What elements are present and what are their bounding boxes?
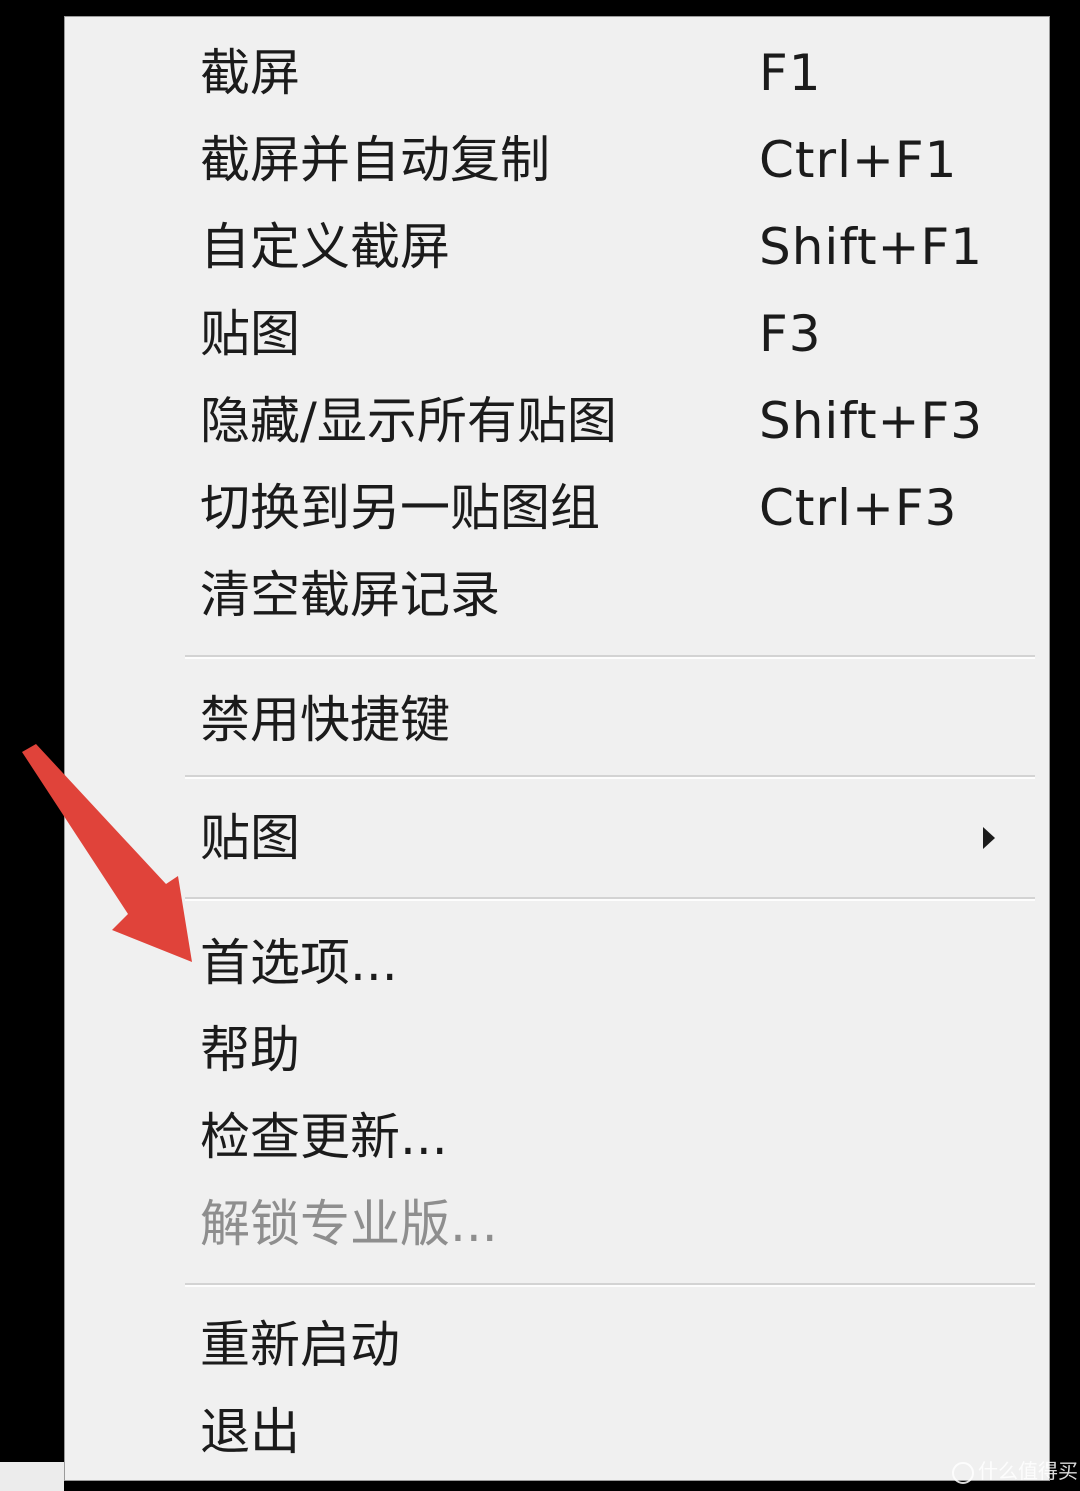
watermark-logo-icon: [952, 1461, 974, 1484]
menu-item-label: 清空截屏记录: [200, 566, 500, 624]
watermark: 什么值得买: [952, 1455, 1078, 1484]
menu-item-label: 重新启动: [200, 1316, 400, 1374]
menu-item-unlock-pro: 解锁专业版...: [65, 1181, 1049, 1267]
desktop-strip: [0, 1462, 64, 1491]
menu-item-screenshot[interactable]: 截屏 F1: [65, 30, 1049, 116]
menu-item-label: 检查更新...: [200, 1108, 448, 1166]
menu-item-shortcut: F1: [759, 44, 822, 102]
menu-item-custom-screenshot[interactable]: 自定义截屏 Shift+F1: [65, 204, 1049, 290]
menu-item-shortcut: Shift+F1: [759, 218, 984, 276]
menu-item-toggle-all-pins[interactable]: 隐藏/显示所有贴图 Shift+F3: [65, 378, 1049, 464]
menu-item-label: 首选项...: [200, 934, 398, 992]
menu-item-preferences[interactable]: 首选项...: [65, 920, 1049, 1006]
menu-item-shortcut: F3: [759, 305, 822, 363]
submenu-arrow-icon: [983, 827, 995, 849]
context-menu: 截屏 F1 截屏并自动复制 Ctrl+F1 自定义截屏 Shift+F1 贴图 …: [64, 16, 1050, 1481]
menu-item-switch-pin-group[interactable]: 切换到另一贴图组 Ctrl+F3: [65, 465, 1049, 551]
menu-separator: [185, 655, 1035, 659]
watermark-text: 什么值得买: [978, 1459, 1078, 1483]
menu-item-label: 隐藏/显示所有贴图: [200, 392, 617, 450]
menu-item-shortcut: Ctrl+F1: [759, 131, 958, 189]
menu-item-disable-hotkeys[interactable]: 禁用快捷键: [65, 677, 1049, 763]
menu-item-check-updates[interactable]: 检查更新...: [65, 1094, 1049, 1180]
menu-item-label: 帮助: [200, 1021, 300, 1079]
menu-item-label: 贴图: [200, 305, 300, 363]
menu-item-clear-history[interactable]: 清空截屏记录: [65, 552, 1049, 638]
menu-item-label: 禁用快捷键: [200, 691, 450, 749]
menu-item-shortcut: Shift+F3: [759, 392, 984, 450]
menu-separator: [185, 775, 1035, 779]
menu-item-label: 自定义截屏: [200, 218, 450, 276]
menu-item-label: 解锁专业版...: [200, 1195, 498, 1253]
menu-item-restart[interactable]: 重新启动: [65, 1302, 1049, 1388]
menu-item-label: 截屏并自动复制: [200, 131, 550, 189]
menu-item-label: 贴图: [200, 809, 300, 867]
menu-item-label: 切换到另一贴图组: [200, 479, 600, 537]
menu-item-exit[interactable]: 退出: [65, 1389, 1049, 1475]
menu-item-screenshot-auto-copy[interactable]: 截屏并自动复制 Ctrl+F1: [65, 117, 1049, 203]
menu-separator: [185, 1283, 1035, 1287]
menu-separator: [185, 897, 1035, 901]
menu-item-pin[interactable]: 贴图 F3: [65, 291, 1049, 377]
menu-item-label: 截屏: [200, 44, 300, 102]
menu-item-label: 退出: [200, 1403, 300, 1461]
menu-item-help[interactable]: 帮助: [65, 1007, 1049, 1093]
menu-item-shortcut: Ctrl+F3: [759, 479, 958, 537]
menu-item-pin-submenu[interactable]: 贴图: [65, 795, 1049, 881]
